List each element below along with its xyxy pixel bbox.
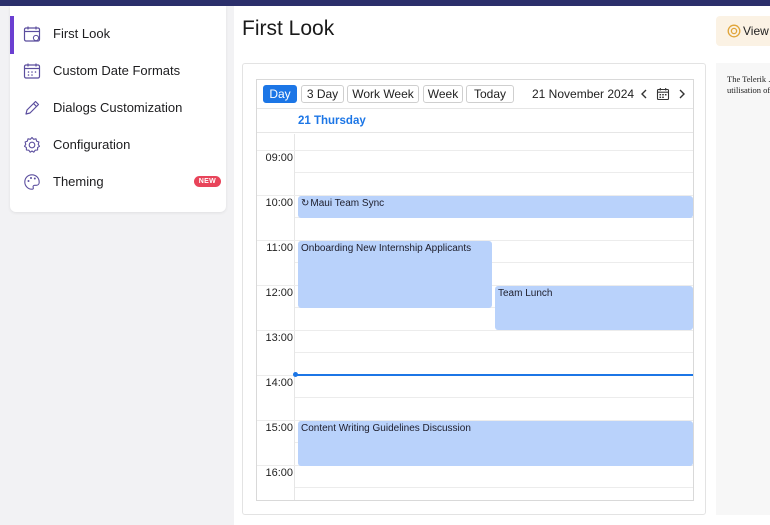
chevron-left-icon[interactable]	[637, 87, 651, 101]
menu-item-custom-date-formats[interactable]: Custom Date Formats	[10, 53, 226, 90]
time-label: 10:00	[265, 197, 293, 209]
view-source-button[interactable]: View	[716, 16, 770, 46]
new-badge: NEW	[193, 176, 221, 187]
appointment-onboarding[interactable]: Onboarding New Internship Applicants	[298, 241, 492, 308]
appointment-content-writing[interactable]: Content Writing Guidelines Discussion	[298, 421, 693, 466]
current-date-label[interactable]: 21 November 2024	[532, 87, 634, 101]
calendar-picker-icon[interactable]	[656, 87, 670, 101]
appointment-title: Maui Team Sync	[310, 198, 385, 209]
menu-item-label: Custom Date Formats	[53, 63, 181, 78]
scheduler: Day 3 Day Work Week Week Today 21 Novemb…	[256, 79, 694, 501]
today-button[interactable]: Today	[466, 85, 514, 103]
time-label: 14:00	[265, 377, 293, 389]
view-work-week-button[interactable]: Work Week	[347, 85, 419, 103]
menu-item-label: Dialogs Customization	[53, 100, 183, 115]
appointment-title: Content Writing Guidelines Discussion	[301, 423, 471, 434]
half-hour-line	[295, 487, 693, 488]
view-icon	[727, 24, 741, 38]
time-label: 11:00	[266, 242, 293, 254]
menu-item-theming[interactable]: Theming NEW	[10, 164, 226, 201]
time-label: 15:00	[265, 422, 293, 434]
time-column	[257, 134, 295, 500]
chevron-right-icon[interactable]	[675, 87, 689, 101]
menu-item-label: First Look	[53, 26, 111, 41]
view-3day-button[interactable]: 3 Day	[301, 85, 344, 103]
info-panel: The Telerik ... you to easily ... scenar…	[716, 63, 770, 515]
calendar-icon	[23, 63, 41, 79]
palette-icon	[24, 174, 40, 190]
example-card: Day 3 Day Work Week Week Today 21 Novemb…	[242, 63, 706, 515]
menu-item-label: Configuration	[53, 137, 131, 152]
time-grid[interactable]: 09:00 10:00 11:00 12:00 13:00 14:00 15:0…	[257, 134, 693, 500]
half-hour-line	[295, 352, 693, 353]
appointment-maui-team-sync[interactable]: ↻Maui Team Sync	[298, 196, 693, 218]
half-hour-line	[295, 172, 693, 173]
gear-icon	[23, 136, 41, 153]
description-text: The Telerik ... you to easily ... scenar…	[727, 74, 770, 95]
half-hour-line	[295, 397, 693, 398]
view-button-label: View	[743, 24, 769, 38]
view-week-button[interactable]: Week	[423, 85, 463, 103]
appointment-title: Team Lunch	[498, 288, 553, 299]
menu-item-configuration[interactable]: Configuration	[10, 127, 226, 164]
time-label: 09:00	[265, 152, 293, 164]
pencil-icon	[25, 100, 40, 115]
hour-line	[257, 330, 693, 331]
appointment-team-lunch[interactable]: Team Lunch	[495, 286, 693, 330]
sidebar-menu: First Look Custom Date Formats Dialogs C…	[10, 6, 226, 212]
current-time-dot	[293, 372, 298, 377]
time-label: 16:00	[265, 467, 293, 479]
time-label: 12:00	[265, 287, 293, 299]
main-content: First Look View Day 3 Day Work Week Week…	[234, 6, 770, 525]
menu-item-dialogs-customization[interactable]: Dialogs Customization	[10, 90, 226, 127]
day-header-label[interactable]: 21 Thursday	[298, 115, 366, 127]
scheduler-toolbar: Day 3 Day Work Week Week Today 21 Novemb…	[257, 80, 693, 108]
current-time-line	[295, 374, 693, 376]
view-day-button[interactable]: Day	[263, 85, 297, 103]
appointment-title: Onboarding New Internship Applicants	[301, 243, 472, 254]
time-label: 13:00	[265, 332, 293, 344]
hour-line	[257, 150, 693, 151]
recurring-icon: ↻	[301, 198, 310, 209]
menu-item-first-look[interactable]: First Look	[10, 16, 226, 53]
day-header: 21 Thursday	[257, 108, 693, 133]
calendar-icon	[23, 26, 41, 42]
menu-item-label: Theming	[53, 174, 104, 189]
page-title: First Look	[242, 17, 335, 40]
